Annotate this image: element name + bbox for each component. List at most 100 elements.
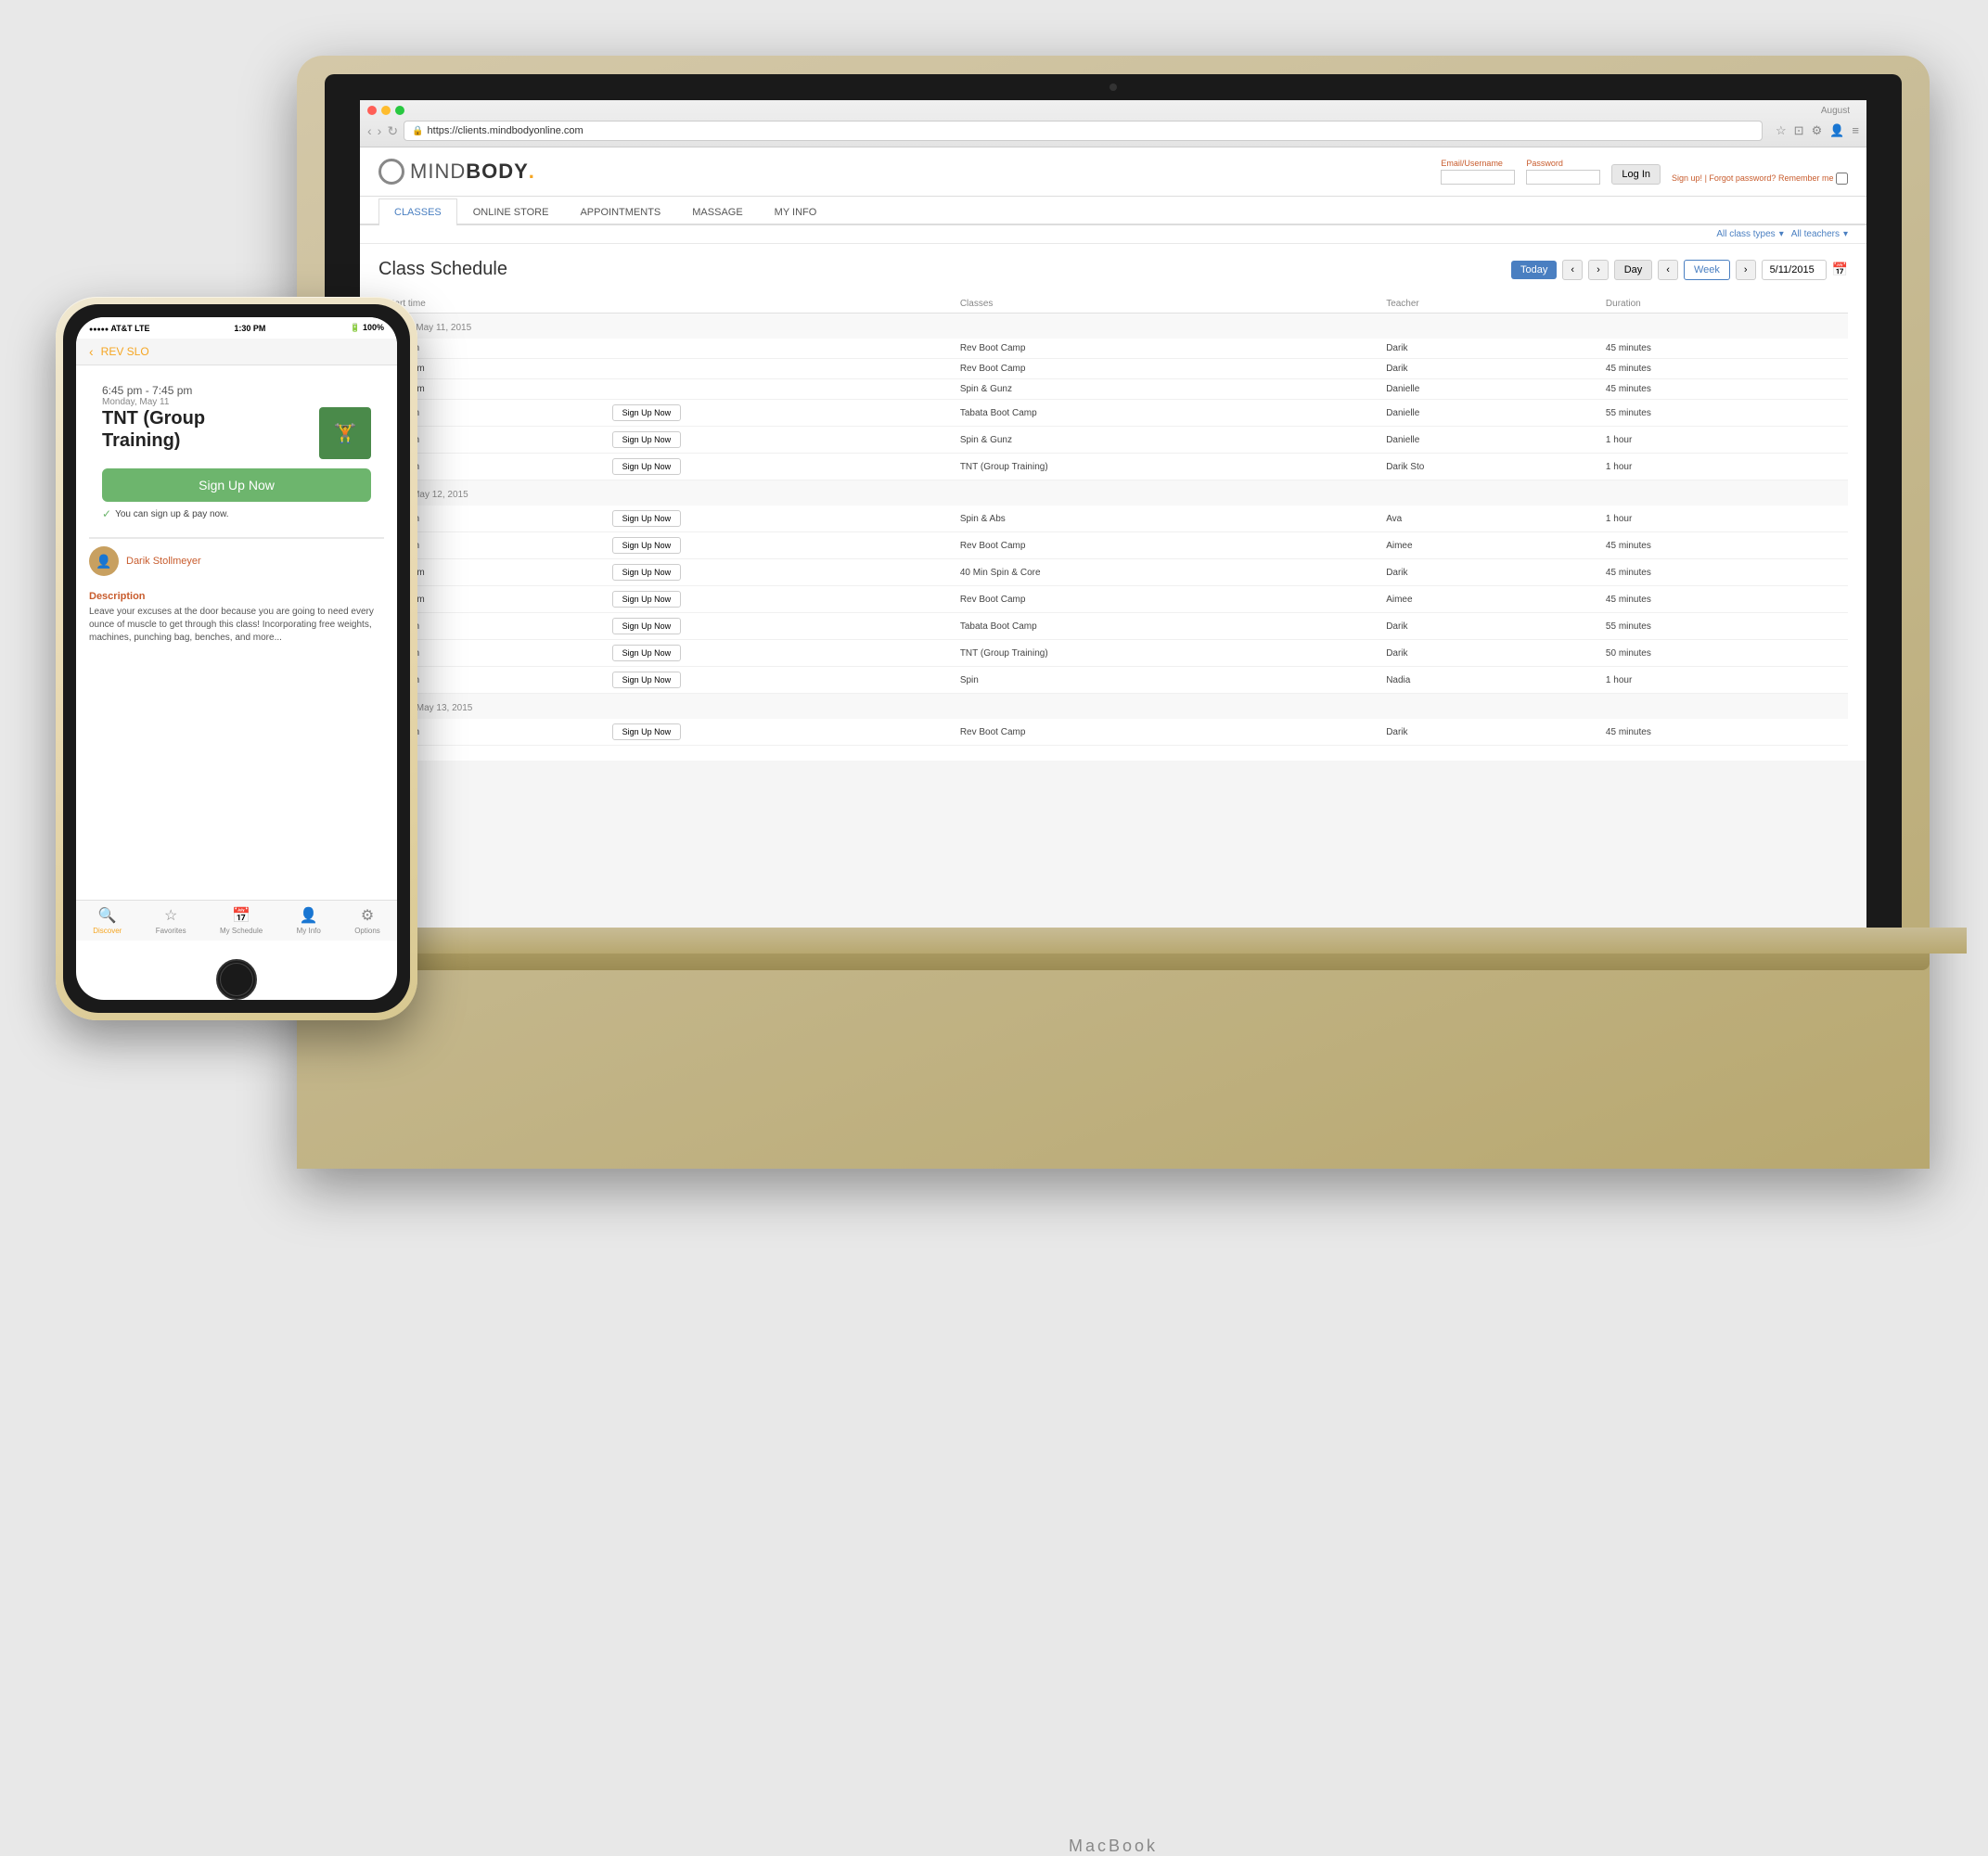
week-prev-button[interactable]: ‹	[1658, 260, 1678, 280]
duration-cell: 1 hour	[1598, 454, 1848, 480]
teacher-cell: Darik	[1379, 640, 1598, 667]
signup-link[interactable]: Sign up!	[1672, 173, 1702, 183]
phone-class-header: 6:45 pm - 7:45 pm Monday, May 11 TNT (Gr…	[89, 375, 384, 538]
browser-navigation: ‹ › ↻ 🔒 https://clients.mindbodyonline.c…	[367, 121, 1859, 141]
schedule-title: Class Schedule	[378, 259, 507, 280]
signup-button[interactable]: Sign Up Now	[612, 618, 682, 634]
signup-button[interactable]: Sign Up Now	[612, 645, 682, 661]
table-row: 6:00 am Sign Up Now Spin & Abs Ava 1 hou…	[378, 506, 1848, 532]
signup-button[interactable]: Sign Up Now	[612, 591, 682, 608]
duration-cell: 1 hour	[1598, 667, 1848, 694]
teacher-cell: Darik	[1379, 613, 1598, 640]
email-field-group: Email/Username	[1441, 159, 1515, 185]
day-header-cell: Wed May 13, 2015	[378, 694, 1848, 720]
nav-online-store[interactable]: ONLINE STORE	[457, 198, 565, 225]
close-window-button[interactable]	[367, 106, 377, 115]
teachers-filter[interactable]: All teachers ▾	[1791, 229, 1848, 239]
forgot-password-link[interactable]: Forgot password?	[1709, 173, 1776, 183]
phone-back-button[interactable]: ‹	[89, 344, 94, 359]
schedule-navigation: Today ‹ › Day ‹ Week › 📅	[1511, 260, 1848, 280]
nav-my-info[interactable]: MY INFO	[759, 198, 833, 225]
login-button[interactable]: Log In	[1611, 164, 1661, 185]
ssl-lock-icon: 🔒	[412, 126, 423, 136]
phone-class-image: 🏋️	[319, 407, 371, 459]
laptop: August ‹ › ↻ 🔒 https://clients.mindbodyo…	[297, 56, 1930, 1169]
teachers-chevron: ▾	[1843, 229, 1848, 239]
signup-button[interactable]: Sign Up Now	[612, 564, 682, 581]
remember-me-checkbox[interactable]	[1836, 173, 1848, 185]
browser-address-bar[interactable]: 🔒 https://clients.mindbodyonline.com	[404, 121, 1763, 141]
settings-icon[interactable]: ⚙	[1812, 123, 1823, 138]
password-input[interactable]	[1526, 170, 1600, 185]
tab-discover[interactable]: 🔍 Discover	[93, 906, 122, 935]
next-button[interactable]: ›	[1588, 260, 1609, 280]
duration-cell: 55 minutes	[1598, 400, 1848, 427]
laptop-foot: MacBook	[297, 954, 1930, 970]
day-header-row: Wed May 13, 2015	[378, 694, 1848, 720]
class-name-cell: Spin & Gunz	[953, 427, 1379, 454]
week-button[interactable]: Week	[1684, 260, 1730, 280]
my-info-icon: 👤	[300, 906, 318, 925]
macbook-label: MacBook	[1069, 1837, 1158, 1856]
week-next-button[interactable]: ›	[1736, 260, 1756, 280]
phone-back-label[interactable]: REV SLO	[101, 345, 149, 358]
phone-signup-button[interactable]: Sign Up Now	[102, 468, 371, 502]
class-types-label: All class types	[1716, 229, 1775, 239]
tab-favorites[interactable]: ☆ Favorites	[156, 906, 186, 935]
monitor-icon[interactable]: ⊡	[1794, 123, 1804, 138]
signup-button[interactable]: Sign Up Now	[612, 510, 682, 527]
tab-my-schedule[interactable]: 📅 My Schedule	[220, 906, 263, 935]
browser-back-button[interactable]: ‹	[367, 123, 372, 138]
nav-appointments[interactable]: APPOINTMENTS	[564, 198, 676, 225]
browser-reload-button[interactable]: ↻	[387, 123, 398, 139]
class-name-cell: 40 Min Spin & Core	[953, 559, 1379, 586]
signup-button[interactable]: Sign Up Now	[612, 537, 682, 554]
nav-massage[interactable]: MASSAGE	[676, 198, 758, 225]
fullscreen-window-button[interactable]	[395, 106, 404, 115]
menu-icon[interactable]: ≡	[1852, 123, 1859, 138]
tab-my-info[interactable]: 👤 My Info	[297, 906, 321, 935]
tab-options[interactable]: ⚙ Options	[354, 906, 380, 935]
main-navigation: CLASSES ONLINE STORE APPOINTMENTS MASSAG…	[360, 197, 1866, 225]
day-date: May 12, 2015	[412, 490, 468, 500]
phone-home-inner	[220, 963, 253, 996]
email-input[interactable]	[1441, 170, 1515, 185]
auth-links: Sign up! | Forgot password? Remember me	[1672, 173, 1848, 185]
signup-button[interactable]: Sign Up Now	[612, 672, 682, 688]
bookmark-icon[interactable]: ☆	[1776, 123, 1787, 138]
teacher-cell: Darik	[1379, 339, 1598, 359]
signup-button[interactable]: Sign Up Now	[612, 458, 682, 475]
signup-cell	[605, 339, 953, 359]
browser-traffic-lights	[367, 106, 404, 115]
calendar-icon[interactable]: 📅	[1832, 262, 1848, 277]
class-types-filter[interactable]: All class types ▾	[1716, 229, 1783, 239]
phone-home-button[interactable]	[216, 959, 257, 1000]
signup-button[interactable]: Sign Up Now	[612, 404, 682, 421]
class-name-cell: Tabata Boot Camp	[953, 613, 1379, 640]
signup-cell: Sign Up Now	[605, 427, 953, 454]
phone-nav-bar: ‹ REV SLO	[76, 339, 397, 365]
today-button[interactable]: Today	[1511, 261, 1557, 279]
class-name-cell: Spin	[953, 667, 1379, 694]
logo-mind: MIND	[410, 160, 466, 183]
table-row: 6:15 am Sign Up Now Rev Boot Camp Darik …	[378, 719, 1848, 746]
account-icon[interactable]: 👤	[1829, 123, 1844, 138]
duration-cell: 45 minutes	[1598, 719, 1848, 746]
signup-cell: Sign Up Now	[605, 506, 953, 532]
browser-forward-button[interactable]: ›	[378, 123, 382, 138]
prev-button[interactable]: ‹	[1562, 260, 1583, 280]
signup-button[interactable]: Sign Up Now	[612, 723, 682, 740]
password-field-group: Password	[1526, 159, 1600, 185]
signup-button[interactable]: Sign Up Now	[612, 431, 682, 448]
tab-options-label: Options	[354, 927, 380, 935]
browser-chrome: August ‹ › ↻ 🔒 https://clients.mindbodyo…	[360, 100, 1866, 147]
nav-classes[interactable]: CLASSES	[378, 198, 457, 225]
teacher-cell: Ava	[1379, 506, 1598, 532]
day-button[interactable]: Day	[1614, 260, 1653, 280]
teacher-name[interactable]: Darik Stollmeyer	[126, 556, 201, 567]
date-input[interactable]	[1762, 260, 1827, 280]
minimize-window-button[interactable]	[381, 106, 391, 115]
col-classes	[605, 295, 953, 314]
password-label: Password	[1526, 159, 1600, 168]
description-label: Description	[89, 591, 384, 602]
